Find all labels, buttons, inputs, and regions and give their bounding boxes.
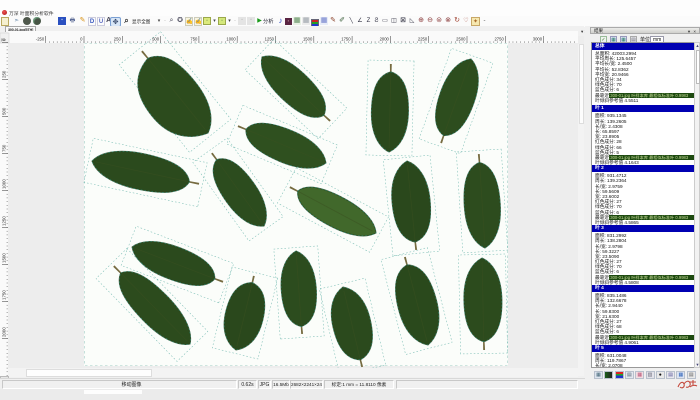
svg-text:1250: 1250 — [2, 216, 7, 226]
svg-text:1000: 1000 — [2, 179, 7, 189]
svg-text:-250: -250 — [36, 37, 45, 42]
svg-text:2500: 2500 — [456, 37, 466, 42]
svg-text:1750: 1750 — [2, 290, 7, 300]
svg-text:3000: 3000 — [533, 37, 543, 42]
svg-text:2000: 2000 — [2, 327, 7, 337]
svg-text:2750: 2750 — [494, 37, 504, 42]
svg-text:1500: 1500 — [303, 37, 313, 42]
svg-text:250: 250 — [114, 37, 122, 42]
svg-text:1750: 1750 — [341, 37, 351, 42]
svg-text:1250: 1250 — [265, 37, 275, 42]
svg-text:1500: 1500 — [2, 253, 7, 263]
svg-text:750: 750 — [2, 144, 7, 152]
svg-text:250: 250 — [2, 70, 7, 78]
svg-text:500: 500 — [2, 107, 7, 115]
svg-text:2000: 2000 — [380, 37, 390, 42]
svg-text:1000: 1000 — [226, 37, 236, 42]
svg-text:750: 750 — [190, 37, 198, 42]
svg-text:2250: 2250 — [418, 37, 428, 42]
